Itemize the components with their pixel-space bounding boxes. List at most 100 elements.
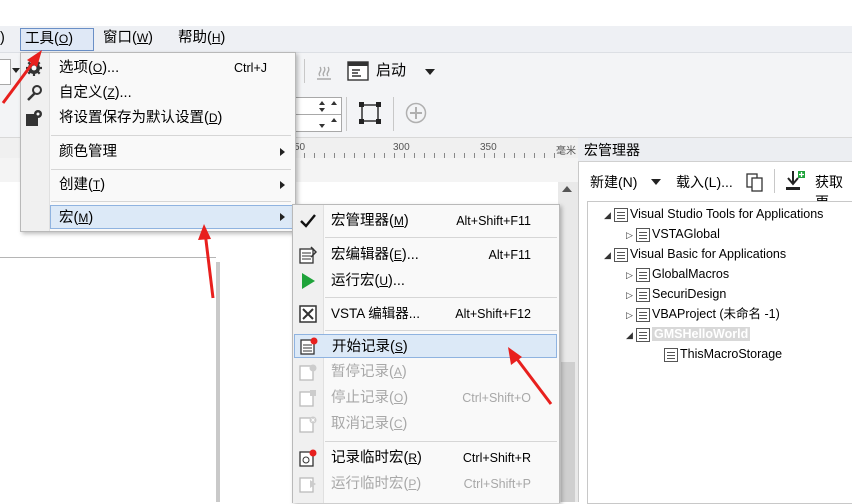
stop-record-icon: [299, 390, 316, 407]
menu-bar: ) 工具(O) 窗口(W) 帮助(H): [0, 26, 852, 53]
load-macro-button[interactable]: 载入(L)...: [676, 172, 733, 192]
menu-separator: [325, 237, 557, 238]
globe-project-icon: [636, 227, 650, 242]
save-settings-icon: [26, 110, 42, 126]
height-spinner[interactable]: [294, 114, 342, 132]
module-icon: [636, 327, 650, 342]
expand-icon[interactable]: ▷: [626, 285, 636, 305]
menu-item-macro-editor[interactable]: 宏编辑器(E)... Alt+F11: [293, 243, 557, 267]
menu-item-run-temp-macro[interactable]: 运行临时宏(P) Ctrl+Shift+P: [293, 472, 557, 496]
launch-label[interactable]: 启动: [376, 61, 406, 81]
menu-window[interactable]: 窗口(W): [99, 28, 157, 49]
macro-manager-title: 宏管理器: [578, 138, 852, 162]
ruler-unit: 毫米: [556, 146, 576, 157]
page-border: [0, 257, 216, 258]
menu-partial-item[interactable]: ): [0, 28, 10, 49]
submenu-arrow-icon: [280, 148, 285, 156]
project-folder-icon: [614, 207, 628, 222]
tree-item-vstaglobal[interactable]: ▷ VSTAGlobal: [626, 224, 720, 244]
scroll-up-icon[interactable]: [562, 186, 572, 192]
collapse-icon[interactable]: ◢: [604, 205, 614, 225]
macro-editor-icon: [299, 246, 317, 264]
menu-help[interactable]: 帮助(H): [174, 28, 229, 49]
menu-item-stop-recording[interactable]: 停止记录(O) Ctrl+Shift+O: [293, 386, 557, 410]
application-launcher-icon[interactable]: [347, 61, 369, 81]
menu-item-save-defaults[interactable]: 将设置保存为默认设置(D): [21, 106, 293, 130]
submenu-arrow-icon: [280, 213, 285, 221]
chevron-down-icon[interactable]: [12, 68, 20, 73]
add-icon[interactable]: [405, 102, 427, 124]
chevron-down-icon[interactable]: [651, 179, 661, 185]
menu-separator: [325, 330, 557, 331]
vsta-icon: [299, 305, 317, 323]
spin-up-icon[interactable]: [319, 101, 325, 105]
menu-item-cancel-recording[interactable]: 取消记录(C): [293, 412, 557, 436]
tools-menu: 选项(O)... Ctrl+J 自定义(Z)... 将设置保存为默认设置(D) …: [20, 52, 296, 232]
project-folder-icon: [614, 247, 628, 262]
expand-icon[interactable]: ▷: [626, 265, 636, 285]
tree-item-vba[interactable]: ◢ Visual Basic for Applications: [604, 244, 786, 264]
scrollbar-thumb[interactable]: [561, 362, 575, 502]
spin-up-icon[interactable]: [331, 118, 337, 122]
download-icon[interactable]: [783, 169, 807, 193]
menu-item-start-recording[interactable]: 开始记录(S): [294, 334, 557, 358]
zoom-combo-partial[interactable]: [0, 59, 11, 85]
pause-record-icon: [299, 364, 317, 381]
expand-icon[interactable]: ▷: [626, 305, 636, 325]
width-spinner[interactable]: [294, 97, 342, 115]
bounding-box-icon[interactable]: [357, 100, 383, 126]
expand-icon[interactable]: ▷: [626, 225, 636, 245]
menu-separator: [51, 169, 291, 170]
menu-separator: [325, 297, 557, 298]
menu-item-color-management[interactable]: 颜色管理: [21, 140, 293, 164]
menu-item-macro-manager[interactable]: 宏管理器(M) Alt+Shift+F11: [293, 209, 557, 233]
spin-down-icon[interactable]: [319, 124, 325, 128]
menu-separator: [51, 201, 291, 202]
ruler-tick-label: 350: [480, 142, 497, 153]
collapse-icon[interactable]: ◢: [604, 245, 614, 265]
collapse-icon[interactable]: ◢: [626, 325, 636, 345]
menu-item-customize[interactable]: 自定义(Z)...: [21, 81, 293, 105]
menu-separator: [51, 135, 291, 136]
menu-item-macro[interactable]: 宏(M): [50, 205, 294, 229]
menu-item-options[interactable]: 选项(O)... Ctrl+J: [21, 56, 293, 80]
record-temp-icon: [299, 449, 317, 467]
run-temp-icon: [299, 477, 316, 493]
gear-icon: [26, 60, 42, 76]
page-shadow: [216, 262, 220, 502]
module-icon: [636, 267, 650, 282]
play-icon: [302, 273, 315, 289]
tree-item-vbaproject[interactable]: ▷ VBAProject (未命名 -1): [626, 304, 780, 324]
spin-up-icon[interactable]: [331, 101, 337, 105]
new-macro-button[interactable]: 新建(N): [590, 172, 637, 192]
toolbar-separator: [346, 97, 347, 131]
menu-item-record-temp-macro[interactable]: 记录临时宏(R) Ctrl+Shift+R: [293, 446, 557, 470]
tree-item-thismacrostorage[interactable]: ThisMacroStorage: [664, 344, 782, 364]
steam-icon[interactable]: [313, 61, 335, 83]
module-icon: [636, 287, 650, 302]
checkmark-icon: [300, 214, 316, 228]
ruler-tick-label: 300: [393, 142, 410, 153]
submenu-arrow-icon: [280, 181, 285, 189]
macro-tree: ◢ Visual Studio Tools for Applications ▷ V…: [587, 201, 852, 504]
module-icon: [664, 347, 678, 362]
chevron-down-icon[interactable]: [425, 69, 435, 75]
wrench-icon: [27, 85, 42, 101]
cancel-record-icon: [299, 416, 317, 433]
tree-item-securidesign[interactable]: ▷ SecuriDesign: [626, 284, 726, 304]
toolbar-separator: [304, 59, 305, 83]
tree-item-gmshelloworld[interactable]: ◢ GMSHelloWorld: [626, 324, 751, 345]
menu-item-create[interactable]: 创建(T): [21, 173, 293, 197]
spin-down-icon[interactable]: [319, 108, 325, 112]
copy-icon[interactable]: [744, 171, 766, 193]
menu-item-pause-recording[interactable]: 暂停记录(A): [293, 360, 557, 384]
menu-tools[interactable]: 工具(O): [20, 28, 94, 51]
window-top-strip: [0, 0, 852, 26]
menu-item-vsta-editor[interactable]: VSTA 编辑器... Alt+Shift+F12: [293, 302, 557, 326]
macro-manager-toolbar: 新建(N) 载入(L)... 获取更: [579, 163, 852, 210]
tree-item-globalmacros[interactable]: ▷ GlobalMacros: [626, 264, 729, 284]
tree-item-vsta[interactable]: ◢ Visual Studio Tools for Applications: [604, 204, 823, 224]
macro-submenu: 宏管理器(M) Alt+Shift+F11 宏编辑器(E)... Alt+F11…: [292, 204, 560, 503]
menu-item-run-macro[interactable]: 运行宏(U)...: [293, 269, 557, 293]
toolbar-separator: [393, 97, 394, 131]
